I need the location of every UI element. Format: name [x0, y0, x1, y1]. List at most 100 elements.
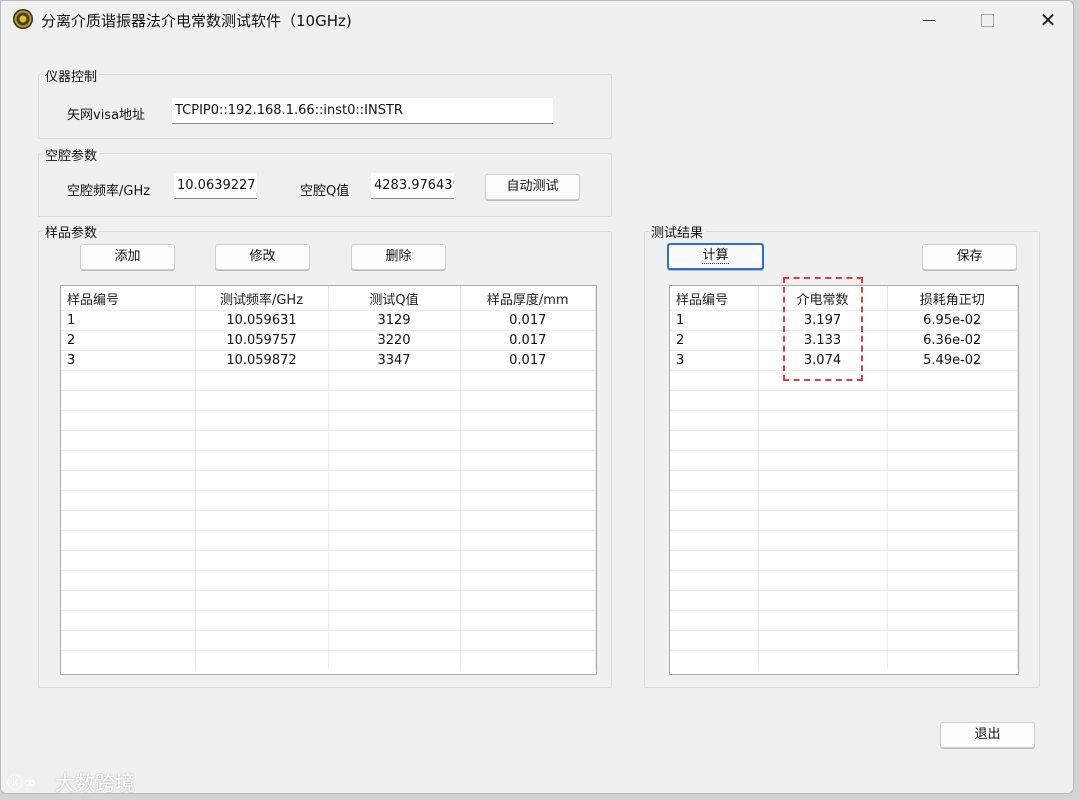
table-row[interactable]	[670, 630, 1018, 651]
column-header[interactable]: 测试频率/GHz	[195, 286, 329, 311]
table-cell[interactable]	[61, 390, 196, 411]
table-cell[interactable]	[670, 590, 759, 611]
table-row[interactable]	[670, 410, 1018, 431]
table-row[interactable]	[61, 550, 596, 571]
table-cell[interactable]	[61, 470, 196, 491]
table-row[interactable]	[61, 610, 596, 631]
table-cell[interactable]	[195, 490, 329, 511]
table-cell[interactable]	[328, 530, 461, 551]
column-header[interactable]: 样品编号	[670, 286, 759, 311]
column-header[interactable]: 样品编号	[61, 286, 196, 311]
table-cell[interactable]	[887, 530, 1018, 551]
table-cell[interactable]	[328, 410, 461, 431]
table-cell[interactable]	[195, 590, 329, 611]
table-cell[interactable]: 0.017	[460, 350, 596, 371]
table-cell[interactable]	[195, 570, 329, 591]
table-cell[interactable]: 10.059872	[195, 350, 329, 371]
table-cell[interactable]	[887, 570, 1018, 591]
table-cell[interactable]	[328, 550, 461, 571]
table-cell[interactable]	[328, 590, 461, 611]
table-cell[interactable]	[328, 390, 461, 411]
table-cell[interactable]	[195, 530, 329, 551]
column-header[interactable]: 介电常数	[758, 286, 888, 311]
table-cell[interactable]	[61, 370, 196, 391]
table-cell[interactable]	[670, 530, 759, 551]
table-cell[interactable]	[887, 510, 1018, 531]
table-cell[interactable]	[670, 430, 759, 451]
table-cell[interactable]	[758, 430, 888, 451]
table-cell[interactable]	[328, 510, 461, 531]
table-row[interactable]	[61, 410, 596, 431]
table-cell[interactable]	[195, 410, 329, 431]
table-cell[interactable]	[670, 410, 759, 431]
table-row[interactable]	[61, 570, 596, 591]
table-row[interactable]: 1 10.059631 3129 0.017	[61, 310, 596, 331]
table-cell[interactable]	[61, 490, 196, 511]
table-cell[interactable]: 6.36e-02	[887, 330, 1018, 351]
table-cell[interactable]	[195, 430, 329, 451]
table-row[interactable]	[670, 590, 1018, 611]
table-cell[interactable]	[758, 470, 888, 491]
table-row[interactable]	[670, 510, 1018, 531]
table-cell[interactable]	[328, 430, 461, 451]
table-cell[interactable]	[887, 470, 1018, 491]
table-row[interactable]	[670, 470, 1018, 491]
table-cell[interactable]	[758, 590, 888, 611]
table-cell[interactable]: 0.017	[460, 330, 596, 351]
table-cell[interactable]: 0.017	[460, 310, 596, 331]
table-row[interactable]	[61, 590, 596, 611]
table-cell[interactable]: 3.074	[758, 350, 888, 371]
table-cell[interactable]: 3.197	[758, 310, 888, 331]
table-row[interactable]: 3 10.059872 3347 0.017	[61, 350, 596, 371]
table-row[interactable]: 2 3.133 6.36e-02	[670, 330, 1018, 351]
table-cell[interactable]	[328, 650, 461, 670]
table-cell[interactable]	[328, 490, 461, 511]
table-cell[interactable]: 3220	[328, 330, 461, 351]
table-cell[interactable]	[758, 450, 888, 471]
table-cell[interactable]	[460, 530, 596, 551]
table-cell[interactable]	[61, 650, 196, 670]
table-cell[interactable]	[61, 410, 196, 431]
table-cell[interactable]	[61, 630, 196, 651]
cavity-freq-input[interactable]: 10.0639227	[174, 173, 257, 199]
table-cell[interactable]: 6.95e-02	[887, 310, 1018, 331]
table-row[interactable]	[61, 650, 596, 670]
table-cell[interactable]	[195, 390, 329, 411]
table-row[interactable]	[61, 370, 596, 391]
table-cell[interactable]	[887, 550, 1018, 571]
column-header[interactable]: 测试Q值	[328, 286, 461, 311]
table-cell[interactable]	[195, 450, 329, 471]
table-cell[interactable]	[670, 570, 759, 591]
table-row[interactable]	[61, 490, 596, 511]
table-row[interactable]	[670, 430, 1018, 451]
table-cell[interactable]	[887, 630, 1018, 651]
table-cell[interactable]	[61, 530, 196, 551]
table-row[interactable]: 3 3.074 5.49e-02	[670, 350, 1018, 371]
table-cell[interactable]	[670, 370, 759, 391]
table-cell[interactable]	[195, 630, 329, 651]
add-sample-button[interactable]: 添加	[80, 244, 175, 270]
table-row[interactable]	[61, 390, 596, 411]
table-cell[interactable]: 3.133	[758, 330, 888, 351]
close-button[interactable]: ✕	[1026, 7, 1070, 33]
table-cell[interactable]	[328, 370, 461, 391]
table-cell[interactable]	[460, 470, 596, 491]
table-cell[interactable]: 10.059757	[195, 330, 329, 351]
table-row[interactable]	[670, 450, 1018, 471]
table-cell[interactable]	[61, 570, 196, 591]
table-cell[interactable]	[887, 450, 1018, 471]
sample-table[interactable]: 样品编号 测试频率/GHz 测试Q值 样品厚度/mm 1 10.059631 312…	[60, 285, 597, 675]
table-cell[interactable]	[670, 490, 759, 511]
table-cell[interactable]	[195, 370, 329, 391]
column-header[interactable]: 损耗角正切	[887, 286, 1018, 311]
table-cell[interactable]	[460, 390, 596, 411]
table-cell[interactable]	[887, 370, 1018, 391]
cavity-q-input[interactable]: 4283.976439	[371, 173, 454, 199]
table-row[interactable]	[670, 610, 1018, 631]
table-cell[interactable]	[195, 470, 329, 491]
table-cell[interactable]	[887, 430, 1018, 451]
table-cell[interactable]	[195, 550, 329, 571]
table-cell[interactable]	[460, 590, 596, 611]
table-cell[interactable]: 3	[61, 350, 196, 371]
table-cell[interactable]	[460, 650, 596, 670]
